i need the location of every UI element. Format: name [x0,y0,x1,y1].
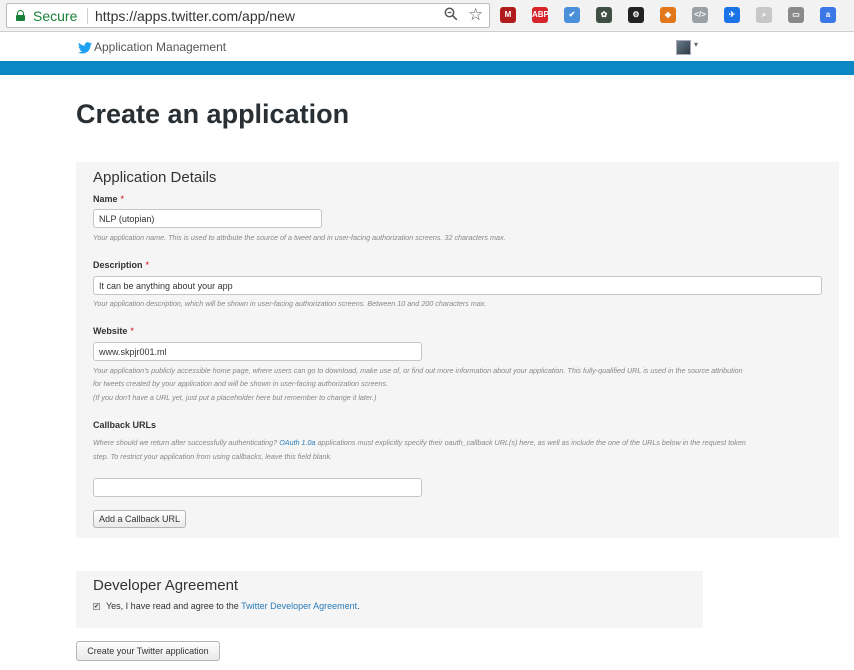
chevron-down-icon[interactable]: ▾ [694,40,698,49]
search-extension-icon[interactable]: ⌕ [756,7,772,23]
twitter-bird-icon[interactable] [78,41,92,59]
description-input[interactable] [93,276,822,295]
required-marker: * [145,260,150,270]
browser-toolbar: Secure https://apps.twitter.com/app/new … [0,0,854,32]
bookmark-star-icon[interactable]: ☆ [468,6,483,24]
gear-extension-icon[interactable]: ⚙ [628,7,644,23]
website-label: Website * [93,326,134,336]
name-input[interactable] [93,209,322,228]
application-details-heading: Application Details [93,169,217,186]
app-header: Application Management ▾ [0,33,854,61]
plane-extension-icon[interactable]: ✈ [724,7,740,23]
adblock-plus-extension-icon[interactable]: ABP [532,7,548,23]
developer-agreement-link[interactable]: Twitter Developer Agreement [241,601,357,611]
description-help-text: Your application description, which will… [93,299,487,308]
callback-url-input[interactable] [93,478,422,497]
name-help-text: Your application name. This is used to a… [93,233,506,242]
description-label: Description * [93,260,150,270]
window-extension-icon[interactable]: ▭ [788,7,804,23]
page-title: Create an application [76,99,350,129]
developer-agreement-panel: Developer Agreement ✔ Yes, I have read a… [76,571,703,628]
code-extension-icon[interactable]: </> [692,7,708,23]
required-marker: * [130,326,134,336]
address-divider [87,8,88,24]
evernote-extension-icon[interactable]: ✿ [596,7,612,23]
callback-help-line-2: step. To restrict your application from … [93,452,333,461]
agreement-text: Yes, I have read and agree to the Twitte… [106,601,360,611]
zoom-icon[interactable] [444,7,458,26]
website-input[interactable] [93,342,422,361]
translate-extension-icon[interactable]: a [820,7,836,23]
name-label: Name * [93,194,125,204]
metamask-extension-icon[interactable]: ◆ [660,7,676,23]
callback-urls-label: Callback URLs [93,420,157,430]
app-management-title[interactable]: Application Management [94,40,226,54]
check-extension-icon[interactable]: ✔ [564,7,580,23]
create-application-button[interactable]: Create your Twitter application [76,641,220,661]
website-help-line-3: (If you don't have a URL yet, just put a… [93,393,377,402]
application-details-panel: Application Details Name* Your applicati… [76,162,839,538]
oauth-link[interactable]: OAuth 1.0a [279,438,315,447]
secure-label: Secure [33,8,78,24]
callback-help-line-1: Where should we return after successfull… [93,438,746,447]
header-accent-bar [0,61,854,75]
mendeley-extension-icon[interactable]: M [500,7,516,23]
address-bar[interactable]: Secure https://apps.twitter.com/app/new … [6,3,490,28]
lock-icon [16,10,25,21]
developer-agreement-heading: Developer Agreement [93,577,239,594]
website-help-line-2: for tweets created by your application a… [93,379,389,388]
required-marker: * [120,194,125,204]
add-callback-url-button[interactable]: Add a Callback URL [93,510,187,528]
user-avatar[interactable] [676,40,691,55]
website-help-line-1: Your application's publicly accessible h… [93,366,743,375]
url-text[interactable]: https://apps.twitter.com/app/new [95,8,295,24]
agreement-checkbox[interactable]: ✔ [93,603,100,610]
